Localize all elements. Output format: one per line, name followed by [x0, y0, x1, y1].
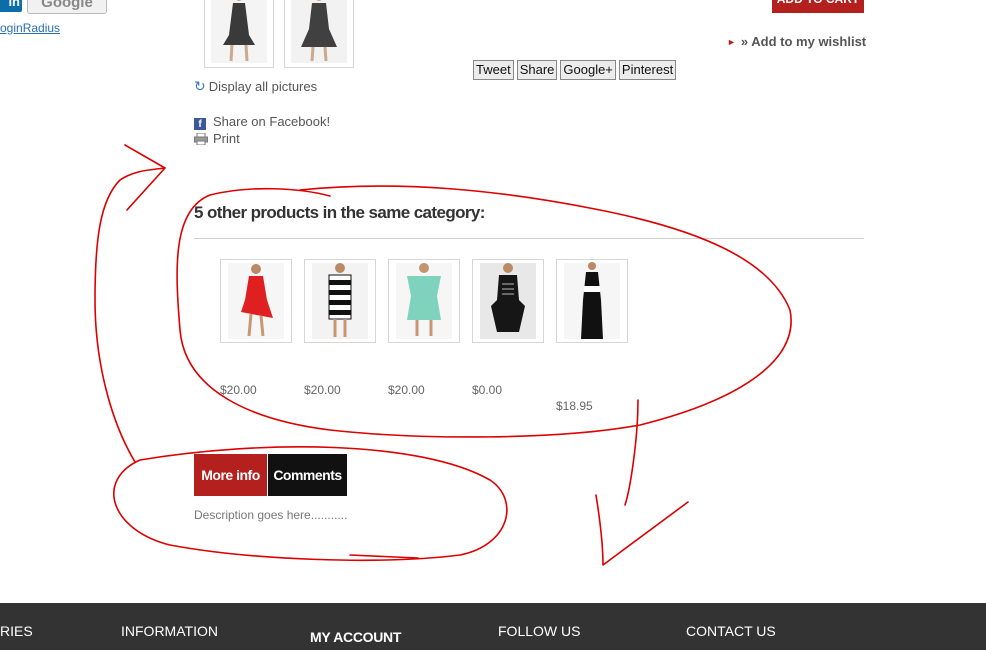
product-thumbnail[interactable]	[204, 0, 274, 68]
black-peplum-dress-image	[480, 263, 536, 339]
annotation-arrow-down	[595, 399, 689, 566]
tab-more-info[interactable]: More info	[194, 454, 267, 496]
footer-my-account-heading: MY ACCOUNT	[310, 629, 402, 645]
wishlist-label: » Add to my wishlist	[740, 34, 867, 49]
google-login-button[interactable]: Google	[27, 0, 107, 14]
same-category-title: 5 other products in the same category:	[194, 203, 485, 222]
share-facebook-label: Share on Facebook!	[213, 114, 331, 129]
google-plus-button[interactable]: Google+	[560, 60, 616, 80]
red-dress-image	[228, 263, 284, 339]
social-share-buttons: Tweet Share Google+ Pinterest	[473, 60, 677, 80]
add-to-cart-button[interactable]: ADD TO CART	[772, 0, 864, 13]
print-link[interactable]: Print	[194, 131, 240, 146]
add-to-wishlist-link[interactable]: ► » Add to my wishlist	[727, 34, 866, 49]
footer-information-heading: INFORMATION	[121, 623, 218, 639]
footer-categories-heading: RIES	[0, 623, 33, 639]
footer-contact-us-heading: CONTACT US	[686, 623, 776, 639]
black-maxi-dress-image	[564, 262, 620, 339]
related-product-image[interactable]	[556, 259, 628, 343]
loginradius-link[interactable]: oginRadius	[0, 21, 60, 35]
pinterest-button[interactable]: Pinterest	[618, 60, 677, 80]
footer-follow-us-heading: FOLLOW US	[498, 623, 581, 639]
tweet-button[interactable]: Tweet	[473, 60, 514, 80]
related-product-image[interactable]	[304, 259, 376, 343]
tab-comments[interactable]: Comments	[268, 454, 347, 496]
linkedin-login-button[interactable]: in	[0, 0, 22, 12]
dress-image	[291, 0, 347, 63]
related-product-image[interactable]	[472, 259, 544, 343]
share-button[interactable]: Share	[516, 60, 558, 80]
refresh-icon: ↻	[194, 78, 206, 94]
section-divider	[194, 238, 864, 239]
product-price: $20.00	[220, 383, 257, 397]
dress-image	[211, 0, 267, 63]
product-description: Description goes here...........	[194, 508, 348, 522]
display-all-pictures-link[interactable]: ↻ Display all pictures	[194, 78, 317, 95]
striped-dress-image	[312, 263, 368, 339]
bullet-icon: ►	[727, 37, 736, 47]
print-label: Print	[213, 131, 240, 146]
annotation-arrow-left	[94, 144, 166, 463]
mint-romper-image	[396, 263, 452, 339]
display-all-label: Display all pictures	[208, 79, 318, 94]
product-price: $0.00	[472, 383, 503, 397]
product-price: $20.00	[388, 383, 425, 397]
printer-icon	[194, 133, 208, 145]
product-price: $20.00	[304, 383, 341, 397]
product-price: $18.95	[556, 399, 593, 413]
share-facebook-link[interactable]: f Share on Facebook!	[194, 114, 330, 130]
related-product-image[interactable]	[388, 259, 460, 343]
product-thumbnail[interactable]	[284, 0, 354, 68]
facebook-icon: f	[194, 118, 206, 130]
related-product-image[interactable]	[220, 259, 292, 343]
